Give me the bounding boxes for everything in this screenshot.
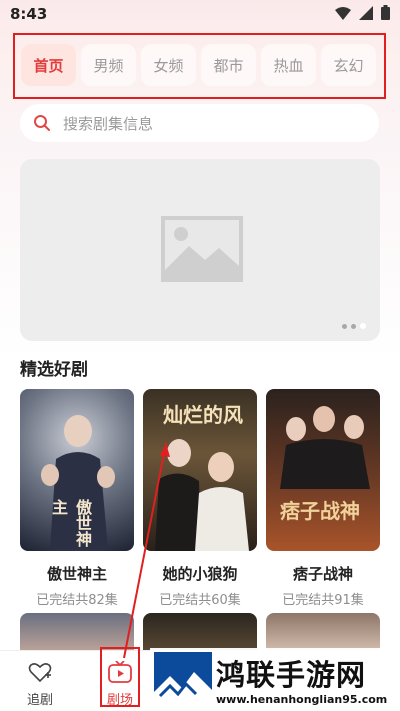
- tab-label: 都市: [213, 56, 244, 75]
- drama-poster[interactable]: [143, 613, 257, 653]
- drama-poster: 傲世神主: [20, 389, 134, 551]
- battery-icon: [381, 5, 390, 20]
- search-icon: [34, 115, 50, 131]
- drama-title: 她的小狼狗: [162, 565, 238, 583]
- poster-title-text: 痞子战神: [280, 499, 360, 523]
- watermark-logo: [154, 652, 212, 708]
- annotation-box: [100, 647, 140, 707]
- banner-carousel[interactable]: [20, 159, 380, 341]
- drama-card[interactable]: 痞子战神 痞子战神 已完结共91集: [266, 389, 380, 608]
- status-bar: 8:43: [0, 0, 400, 28]
- watermark: 鸿联手游网 www.henanhonglian95.com: [150, 648, 400, 711]
- nav-item-follow[interactable]: 追剧: [10, 661, 70, 708]
- nav-label: 追剧: [26, 693, 53, 708]
- drama-poster: 痞子战神: [266, 389, 380, 551]
- drama-episodes: 已完结共60集: [159, 593, 241, 608]
- drama-episodes: 已完结共91集: [282, 593, 364, 608]
- carousel-dot-active[interactable]: [360, 323, 366, 329]
- section-title: 精选好剧: [20, 360, 88, 380]
- search-bar[interactable]: 搜索剧集信息: [20, 104, 379, 142]
- tab-female[interactable]: 女频: [141, 44, 196, 86]
- tab-label: 男频: [93, 56, 124, 75]
- tab-hot-blood[interactable]: 热血: [261, 44, 316, 86]
- signal-icon: [359, 5, 373, 20]
- drama-card[interactable]: 傲世神主 傲世神主 已完结共82集: [20, 389, 134, 608]
- drama-episodes: 已完结共82集: [36, 593, 118, 608]
- search-placeholder: 搜索剧集信息: [63, 114, 154, 133]
- watermark-title: 鸿联手游网: [216, 658, 367, 692]
- drama-card[interactable]: 灿烂的风 她的小狼狗 已完结共60集: [143, 389, 257, 608]
- poster-title-text: 傲世神主: [49, 499, 92, 547]
- drama-title: 痞子战神: [292, 565, 353, 583]
- wifi-icon: [335, 6, 351, 20]
- carousel-dot[interactable]: [342, 323, 347, 329]
- tab-label: 首页: [33, 56, 64, 75]
- tab-label: 玄幻: [333, 56, 364, 75]
- tab-urban[interactable]: 都市: [201, 44, 256, 86]
- tab-label: 热血: [273, 56, 304, 75]
- status-time: 8:43: [10, 5, 48, 23]
- poster-title-text: 灿烂的风: [163, 403, 243, 427]
- image-placeholder-icon: [161, 216, 243, 282]
- drama-poster: 灿烂的风: [143, 389, 257, 551]
- status-icons: [335, 5, 390, 20]
- heart-plus-icon: [28, 663, 52, 683]
- watermark-url: www.henanhonglian95.com: [216, 693, 388, 706]
- tab-label: 女频: [153, 56, 184, 75]
- tab-home[interactable]: 首页: [21, 44, 76, 86]
- tab-fantasy[interactable]: 玄幻: [321, 44, 376, 86]
- drama-title: 傲世神主: [46, 565, 107, 583]
- drama-poster[interactable]: [266, 613, 380, 653]
- category-tabs: 首页 男频 女频 都市 热血 玄幻: [13, 33, 386, 99]
- poster-art: [280, 406, 370, 489]
- carousel-dot[interactable]: [351, 323, 356, 329]
- carousel-dots: [342, 323, 366, 329]
- tab-male[interactable]: 男频: [81, 44, 136, 86]
